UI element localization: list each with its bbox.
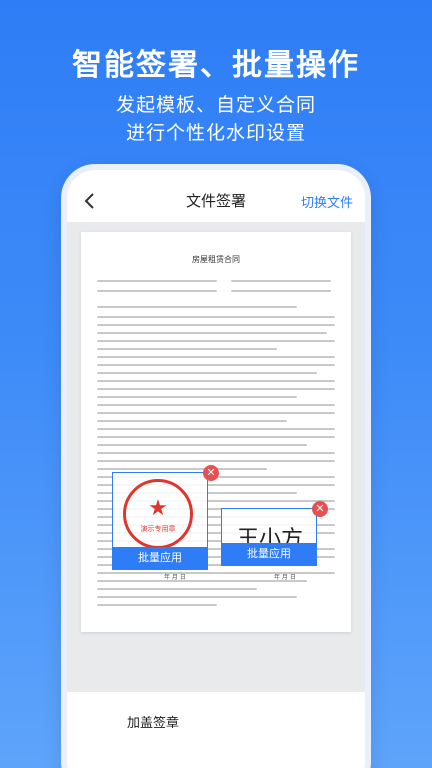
delete-icon[interactable]: ✕	[312, 501, 328, 517]
hero-title: 智能签署、批量操作	[72, 48, 360, 83]
doc-text-line	[97, 356, 335, 358]
doc-text-line	[97, 348, 277, 350]
delete-icon[interactable]: ✕	[203, 465, 219, 481]
doc-text-line	[97, 468, 267, 470]
document-page: 房屋租赁合同	[81, 232, 351, 632]
batch-apply-button[interactable]: 批量应用	[113, 547, 207, 569]
doc-text-line	[97, 290, 217, 292]
doc-text-line	[97, 460, 335, 462]
batch-apply-button[interactable]: 批量应用	[222, 543, 316, 565]
seal-text: 演示专用章	[140, 525, 176, 533]
doc-text-line	[97, 388, 335, 390]
doc-text-line	[97, 428, 335, 430]
doc-text-line	[231, 290, 331, 292]
doc-text-line	[97, 364, 335, 366]
doc-text-line	[97, 316, 335, 318]
doc-text-line	[97, 332, 327, 334]
seal-card[interactable]: ★ 演示专用章 批量应用	[112, 472, 208, 570]
doc-text-line	[97, 412, 335, 414]
seal-star-icon: ★	[148, 496, 168, 521]
company-seal: ★ 演示专用章	[123, 479, 193, 549]
top-bar: 文件签署 切换文件	[67, 182, 365, 220]
doc-text-line	[97, 444, 307, 446]
doc-text-line	[97, 604, 217, 606]
doc-text-line	[97, 372, 317, 374]
doc-text-line	[97, 396, 297, 398]
doc-text-line	[97, 452, 335, 454]
doc-text-line	[97, 380, 335, 382]
doc-text-line	[97, 324, 335, 326]
doc-text-line	[97, 420, 287, 422]
signature-card[interactable]: 王小方 批量应用	[221, 508, 317, 566]
doc-text-line	[231, 280, 331, 282]
hero-subtitle-2: 进行个性化水印设置	[125, 122, 306, 144]
doc-text-line	[97, 340, 335, 342]
switch-file-button[interactable]: 切换文件	[301, 192, 353, 211]
bottom-bar: 加盖签章	[67, 700, 365, 760]
doc-text-line	[97, 280, 217, 282]
doc-text-line	[97, 436, 335, 438]
document-title: 房屋租赁合同	[192, 255, 240, 264]
doc-text-line	[97, 596, 297, 598]
apply-seal-button[interactable]: 加盖签章	[127, 712, 179, 731]
hero-subtitle-1: 发起模板、自定义合同	[115, 94, 316, 116]
document-viewer: 房屋租赁合同	[67, 222, 365, 692]
doc-text-line	[97, 572, 335, 574]
date-text: 年 月 日	[274, 574, 296, 581]
doc-text-line	[97, 404, 335, 406]
doc-text-line	[97, 306, 297, 308]
date-text: 年 月 日	[164, 574, 186, 581]
doc-text-line	[97, 588, 257, 590]
